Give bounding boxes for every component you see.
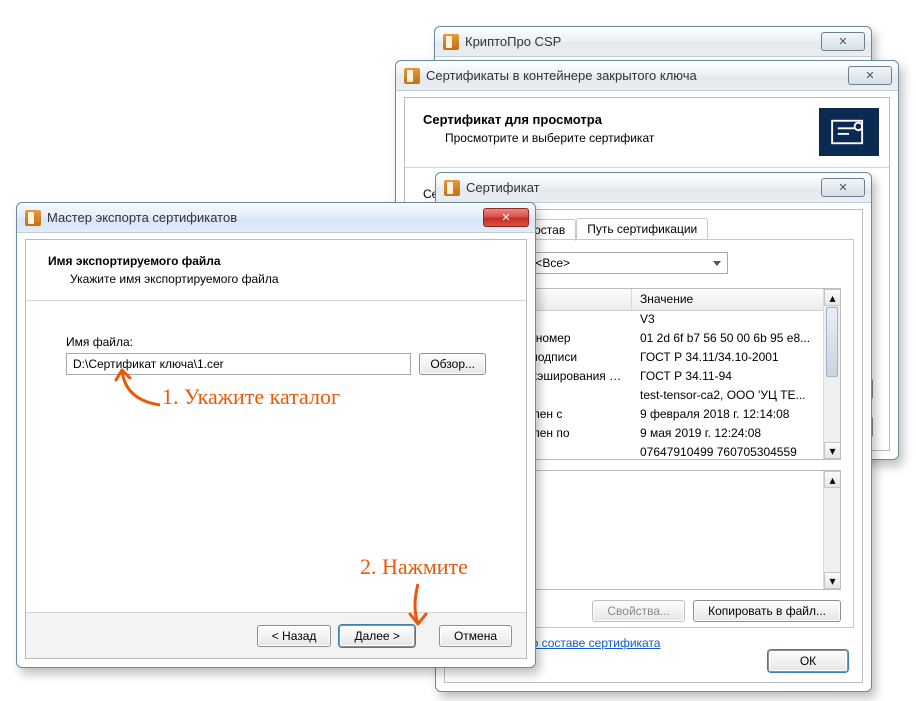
copy-to-file-button[interactable]: Копировать в файл...: [693, 600, 841, 622]
app-icon: [444, 180, 460, 196]
file-path-input[interactable]: [66, 353, 411, 375]
ok-button[interactable]: ОК: [768, 650, 848, 672]
wizard-heading: Имя экспортируемого файла: [48, 254, 504, 268]
next-button[interactable]: Далее >: [339, 625, 415, 647]
cancel-button[interactable]: Отмена: [439, 625, 512, 647]
close-icon[interactable]: ✕: [821, 178, 865, 197]
col-value[interactable]: Значение: [632, 289, 840, 310]
window-export-wizard: Мастер экспорта сертификатов ✕ Имя экспо…: [16, 202, 536, 668]
show-value: <Все>: [535, 256, 570, 270]
wizard-body: Имя экспортируемого файла Укажите имя эк…: [25, 239, 527, 659]
window-title: КриптоПро CSP: [465, 34, 561, 49]
titlebar-csp: КриптоПро CSP ✕: [435, 27, 871, 57]
titlebar-certificate: Сертификат ✕: [436, 173, 871, 203]
tab-cert-path[interactable]: Путь сертификации: [576, 218, 708, 240]
container-sub: Просмотрите и выберите сертификат: [423, 127, 871, 145]
container-heading: Сертификат для просмотра: [423, 112, 871, 127]
titlebar-wizard: Мастер экспорта сертификатов ✕: [17, 203, 535, 233]
app-icon: [443, 34, 459, 50]
app-icon: [404, 68, 420, 84]
scroll-thumb[interactable]: [826, 307, 838, 377]
window-title: Мастер экспорта сертификатов: [47, 210, 237, 225]
back-button[interactable]: < Назад: [257, 625, 332, 647]
app-icon: [25, 210, 41, 226]
scroll-down-icon[interactable]: ▾: [824, 572, 841, 589]
scroll-down-icon[interactable]: ▾: [824, 442, 841, 459]
close-icon[interactable]: ✕: [848, 66, 892, 85]
scroll-up-icon[interactable]: ▴: [824, 289, 841, 306]
scrollbar[interactable]: ▴ ▾: [823, 289, 840, 459]
scroll-up-icon[interactable]: ▴: [824, 471, 841, 488]
close-icon[interactable]: ✕: [483, 208, 529, 227]
browse-button[interactable]: Обзор...: [419, 353, 486, 375]
show-dropdown[interactable]: <Все>: [528, 252, 728, 274]
window-title: Сертификаты в контейнере закрытого ключа: [426, 68, 697, 83]
file-label: Имя файла:: [66, 335, 486, 349]
scrollbar[interactable]: ▴ ▾: [823, 471, 840, 589]
cert-banner-icon: [819, 108, 879, 156]
titlebar-container: Сертификаты в контейнере закрытого ключа…: [396, 61, 898, 91]
window-title: Сертификат: [466, 180, 540, 195]
properties-button: Свойства...: [592, 600, 685, 622]
close-icon[interactable]: ✕: [821, 32, 865, 51]
wizard-sub: Укажите имя экспортируемого файла: [48, 268, 504, 286]
